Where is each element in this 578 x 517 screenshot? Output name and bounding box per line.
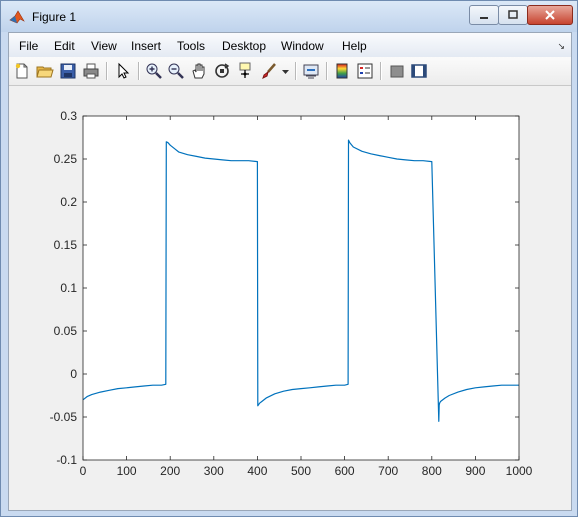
menu-window[interactable]: Window (281, 39, 324, 53)
pan-hand-icon[interactable] (190, 62, 208, 80)
brush-dropdown-icon[interactable] (281, 62, 290, 80)
x-tick-label: 400 (247, 464, 267, 478)
menu-bar: File Edit View Insert Tools Desktop Wind… (9, 33, 571, 57)
menu-view[interactable]: View (91, 39, 117, 53)
matlab-logo-icon (9, 10, 25, 24)
title-bar[interactable]: Figure 1 (1, 1, 577, 32)
menu-file[interactable]: File (19, 39, 38, 53)
toolbar-separator (106, 62, 108, 80)
x-tick-label: 0 (80, 464, 87, 478)
insert-colorbar-icon[interactable] (333, 62, 351, 80)
y-tick-label: 0.1 (60, 281, 77, 295)
toolbar-separator (138, 62, 140, 80)
figure-canvas: 0 100 200 300 400 500 600 700 800 900 1000 -0.1 -0.0… (9, 86, 571, 510)
x-tick-label: 300 (204, 464, 224, 478)
y-tick-label: 0.3 (60, 109, 77, 123)
x-tick-label: 600 (335, 464, 355, 478)
y-tick-label: 0 (70, 367, 77, 381)
toolbar-separator (380, 62, 382, 80)
x-tick-label: 800 (422, 464, 442, 478)
toolbar-separator (326, 62, 328, 80)
axes-background[interactable] (83, 116, 519, 460)
x-tick-label: 500 (291, 464, 311, 478)
y-tick-label: -0.1 (56, 453, 77, 467)
y-tick-label: 0.05 (54, 324, 78, 338)
menu-tools[interactable]: Tools (177, 39, 205, 53)
line-plot[interactable]: 0 100 200 300 400 500 600 700 800 900 1000 -0.1 -0.0… (9, 86, 571, 510)
window-title: Figure 1 (32, 10, 77, 24)
x-tick-label: 900 (465, 464, 485, 478)
brush-icon[interactable] (260, 62, 278, 80)
minimize-icon (480, 17, 488, 19)
figure-client-area: File Edit View Insert Tools Desktop Wind… (8, 32, 572, 511)
menu-help[interactable]: Help (342, 39, 367, 53)
y-tick-label: 0.2 (60, 195, 77, 209)
maximize-icon (508, 10, 518, 19)
menu-insert[interactable]: Insert (131, 39, 161, 53)
close-icon (545, 10, 555, 20)
data-cursor-icon[interactable] (236, 62, 254, 80)
toolbar-separator (295, 62, 297, 80)
maximize-button[interactable] (498, 5, 528, 25)
zoom-in-icon[interactable] (145, 62, 163, 80)
y-tick-label: 0.25 (54, 152, 78, 166)
menu-desktop[interactable]: Desktop (222, 39, 266, 53)
minimize-button[interactable] (469, 5, 499, 25)
show-plot-tools-icon[interactable] (410, 62, 428, 80)
save-icon[interactable] (59, 62, 77, 80)
y-tick-label: -0.05 (50, 410, 78, 424)
close-button[interactable] (527, 5, 573, 25)
x-tick-label: 700 (378, 464, 398, 478)
y-tick-label: 0.15 (54, 238, 78, 252)
menu-edit[interactable]: Edit (54, 39, 75, 53)
print-icon[interactable] (82, 62, 100, 80)
window-controls (469, 5, 573, 25)
zoom-out-icon[interactable] (167, 62, 185, 80)
figure-toolbar (9, 57, 571, 86)
select-arrow-icon[interactable] (114, 62, 132, 80)
menu-dock-arrow-icon[interactable]: ↘ (557, 41, 565, 52)
new-figure-icon[interactable] (13, 62, 31, 80)
hide-plot-tools-icon[interactable] (388, 62, 406, 80)
rotate-3d-icon[interactable] (213, 62, 231, 80)
x-tick-label: 100 (117, 464, 137, 478)
insert-legend-icon[interactable] (356, 62, 374, 80)
open-file-icon[interactable] (36, 62, 54, 80)
x-tick-label: 1000 (506, 464, 533, 478)
x-tick-label: 200 (160, 464, 180, 478)
link-plot-icon[interactable] (302, 62, 320, 80)
figure-window: Figure 1 File Edit View Insert Tools Des… (0, 0, 578, 517)
